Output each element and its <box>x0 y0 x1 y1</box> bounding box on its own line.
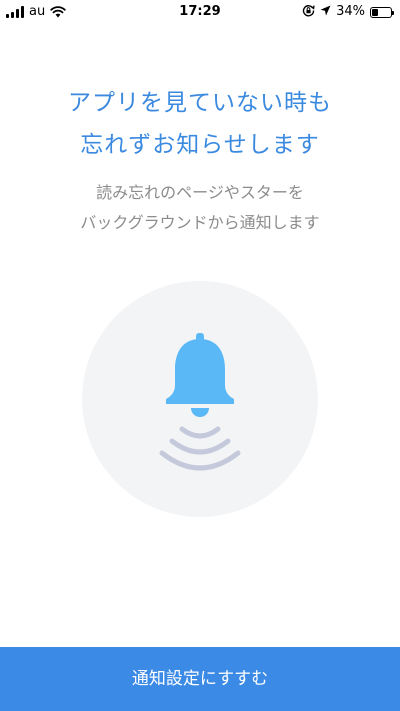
notification-settings-button[interactable]: 通知設定にすすむ <box>0 647 400 711</box>
status-bar: au 17:29 34% <box>0 0 400 24</box>
notification-illustration <box>82 281 318 517</box>
rotation-lock-icon <box>302 4 315 21</box>
headline: アプリを見ていない時も 忘れずお知らせします <box>0 82 400 166</box>
status-bar-right: 34% <box>302 4 394 21</box>
headline-line-2: 忘れずお知らせします <box>80 132 320 158</box>
description: 読み忘れのページやスターを バックグラウンドから通知します <box>0 178 400 238</box>
headline-line-1: アプリを見ていない時も <box>68 90 332 116</box>
description-line-2: バックグラウンドから通知します <box>80 213 320 232</box>
location-arrow-icon <box>320 5 331 20</box>
battery-percent: 34% <box>336 4 365 19</box>
description-line-1: 読み忘れのページやスターを <box>96 183 304 202</box>
battery-icon <box>370 6 394 18</box>
bell-icon <box>159 333 241 471</box>
